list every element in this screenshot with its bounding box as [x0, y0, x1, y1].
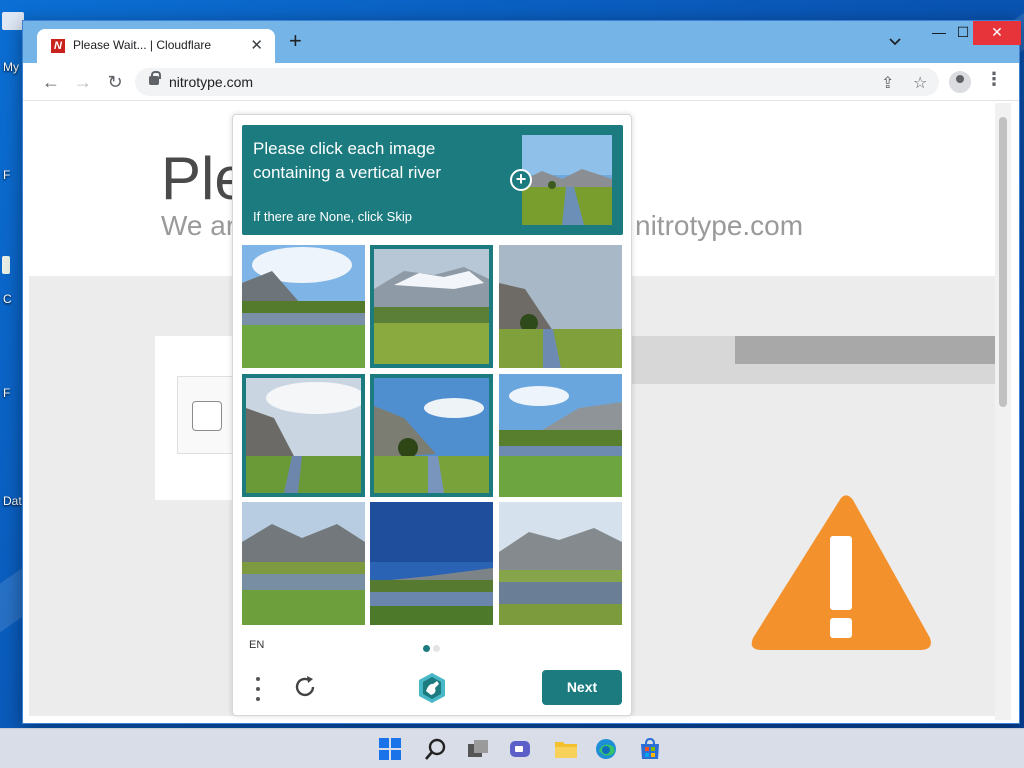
file-explorer-icon[interactable]: [554, 737, 578, 761]
new-tab-button[interactable]: +: [289, 30, 302, 52]
browser-tab[interactable]: N Please Wait... | Cloudflare ✕: [37, 29, 275, 63]
back-button[interactable]: ←: [39, 70, 63, 94]
desktop-icon-label: My: [3, 60, 19, 74]
captcha-skip-hint: If there are None, click Skip: [253, 209, 412, 224]
page-dot: [433, 645, 440, 652]
captcha-image-grid: [242, 245, 624, 627]
captcha-image-tile[interactable]: [499, 245, 622, 368]
browser-menu-icon[interactable]: ⋮: [985, 69, 1003, 90]
task-view-icon[interactable]: [466, 737, 490, 761]
close-window-button[interactable]: ✕: [973, 21, 1021, 45]
taskbar: [0, 728, 1024, 768]
bookmark-star-icon[interactable]: ☆: [913, 73, 927, 93]
desktop-icon-label: C: [3, 292, 12, 306]
captcha-challenge: Please click each image containing a ver…: [232, 114, 632, 716]
hcaptcha-logo-icon[interactable]: [415, 671, 449, 705]
reload-button[interactable]: ↻: [103, 70, 127, 94]
microsoft-store-icon[interactable]: [638, 737, 662, 761]
refresh-challenge-icon[interactable]: [291, 673, 319, 701]
captcha-image-tile[interactable]: [242, 245, 365, 368]
captcha-prompt: Please click each image containing a ver…: [242, 125, 623, 235]
captcha-image-tile[interactable]: [242, 374, 365, 497]
expand-example-icon[interactable]: +: [510, 169, 532, 191]
captcha-checkbox-frame: [177, 376, 235, 454]
page-dot-active: [423, 645, 430, 652]
dark-bar: [735, 336, 999, 364]
desktop-icon[interactable]: [2, 12, 24, 30]
language-selector[interactable]: EN: [249, 639, 264, 651]
title-bar: N Please Wait... | Cloudflare ✕ + — ☐ ✕: [23, 21, 1021, 63]
example-image: [522, 135, 612, 225]
profile-avatar-icon[interactable]: [949, 71, 971, 93]
scrollbar-thumb[interactable]: [999, 117, 1007, 407]
forward-button[interactable]: →: [71, 70, 95, 94]
captcha-checkbox[interactable]: [192, 401, 222, 431]
warning-icon: [751, 495, 931, 650]
warning-exclamation-dot: [830, 618, 852, 638]
desktop-icon-label: F: [3, 386, 11, 400]
captcha-image-tile[interactable]: [499, 502, 622, 625]
teams-chat-icon[interactable]: [508, 737, 532, 761]
search-icon[interactable]: [424, 737, 448, 761]
captcha-image-tile[interactable]: [370, 374, 493, 497]
warning-exclamation-bar: [830, 536, 852, 610]
captcha-image-tile[interactable]: [242, 502, 365, 625]
captcha-menu-icon[interactable]: [253, 675, 263, 703]
tab-close-icon[interactable]: ✕: [250, 36, 263, 54]
next-button[interactable]: Next: [542, 670, 622, 705]
start-menu-icon[interactable]: [378, 737, 402, 761]
nitrotype-favicon-icon: N: [51, 39, 65, 53]
desktop-icon-label: F: [3, 168, 11, 182]
address-bar[interactable]: nitrotype.com ⇪ ☆: [135, 68, 939, 96]
share-icon[interactable]: ⇪: [881, 73, 894, 93]
browser-toolbar: ← → ↻ nitrotype.com ⇪ ☆ ⋮: [23, 63, 1019, 101]
captcha-image-tile[interactable]: [370, 502, 493, 625]
tab-title: Please Wait... | Cloudflare: [73, 38, 212, 52]
captcha-prompt-text: Please click each image containing a ver…: [253, 139, 442, 182]
page-subheading: We ar: [161, 210, 236, 241]
lock-icon[interactable]: [149, 71, 161, 85]
captcha-image-tile[interactable]: [370, 245, 493, 368]
edge-browser-icon[interactable]: [594, 737, 618, 761]
desktop-icon[interactable]: [2, 256, 10, 274]
captcha-image-tile[interactable]: [499, 374, 622, 497]
pagination-dots: [423, 645, 443, 653]
page-subheading-domain: nitrotype.com: [635, 210, 804, 241]
desktop-icon-label: Dat: [3, 494, 22, 508]
tab-search-icon[interactable]: [889, 35, 901, 49]
vertical-scrollbar[interactable]: [995, 103, 1011, 720]
url-text[interactable]: nitrotype.com: [169, 74, 253, 90]
